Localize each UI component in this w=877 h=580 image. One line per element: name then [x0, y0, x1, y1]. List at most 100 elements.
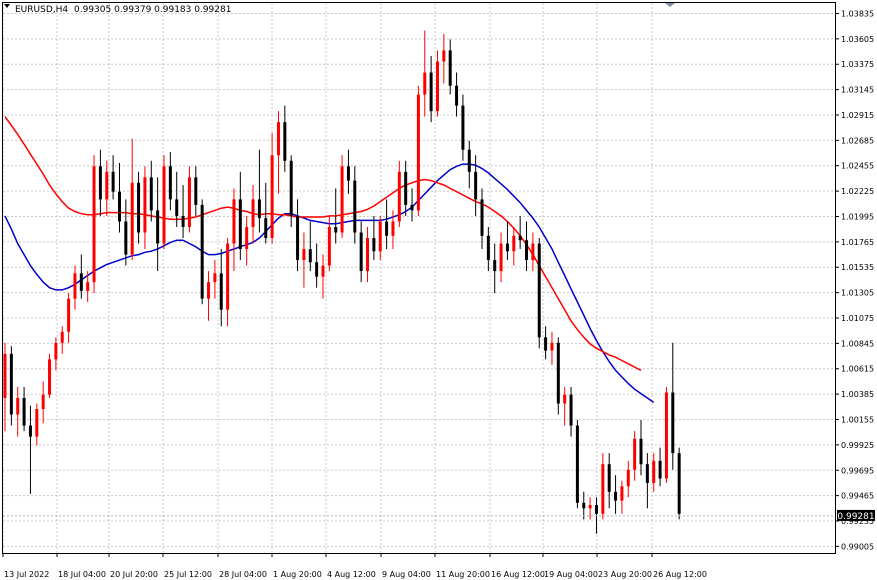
candle-body: [372, 238, 376, 252]
candle-body: [416, 94, 420, 211]
candle-body: [391, 221, 395, 236]
current-price-tag: 0.99281: [837, 509, 875, 522]
candle-body: [283, 122, 287, 161]
candle-body: [366, 238, 370, 272]
candle-body: [614, 491, 618, 501]
candle-body: [137, 182, 141, 233]
candle-body: [633, 438, 637, 470]
candle-body: [226, 243, 230, 310]
x-tick-label: 20 Jul 20:00: [110, 570, 158, 579]
candle-body: [143, 177, 147, 233]
candle-body: [321, 265, 325, 277]
candle-body: [486, 235, 490, 261]
candle-body: [340, 166, 344, 233]
candle-body: [156, 210, 160, 244]
y-tick-label: 1.02685: [841, 136, 874, 145]
y-tick-label: 0.99005: [841, 542, 874, 551]
candle-body: [289, 160, 293, 216]
y-tick-label: 1.00385: [841, 390, 874, 399]
candle-body: [181, 215, 185, 227]
y-tick-label: 1.01765: [841, 238, 874, 247]
y-tick-label: 0.99695: [841, 466, 874, 475]
candle-body: [429, 72, 433, 112]
candle-body: [499, 243, 503, 272]
candle-body: [334, 226, 338, 233]
x-tick-label: 13 Jul 2022: [4, 570, 49, 579]
candle-body: [308, 249, 312, 263]
candle-body: [385, 221, 389, 236]
candle-body: [588, 505, 592, 509]
candle-body: [404, 171, 408, 205]
candle-body: [73, 273, 77, 299]
candle-body: [200, 204, 204, 299]
candle-body: [582, 502, 586, 509]
candle-body: [130, 182, 134, 255]
chart-ohlc-label: 0.99305 0.99379 0.99183 0.99281: [74, 5, 231, 15]
candle-body: [315, 262, 319, 277]
candle-body: [168, 166, 172, 200]
y-tick-label: 1.01305: [841, 289, 874, 298]
candle-body: [677, 453, 681, 514]
candle-body: [556, 342, 560, 404]
x-tick-label: 9 Aug 04:00: [382, 570, 431, 579]
y-tick-label: 1.02225: [841, 187, 874, 196]
y-tick-label: 1.02455: [841, 162, 874, 171]
candle-body: [435, 61, 439, 112]
candle-body: [658, 460, 662, 479]
candle-body: [639, 438, 643, 465]
candle-body: [296, 215, 300, 261]
candle-body: [60, 331, 64, 343]
candle-body: [28, 425, 32, 437]
candle-body: [175, 199, 179, 216]
candle-body: [41, 394, 45, 410]
candle-body: [378, 221, 382, 252]
y-tick-label: 1.00845: [841, 339, 874, 348]
candle-body: [232, 199, 236, 244]
y-tick-label: 0.99925: [841, 441, 874, 450]
candle-body: [346, 166, 350, 181]
candle-body: [16, 397, 20, 415]
candle-body: [537, 243, 541, 338]
candle-body: [3, 353, 7, 398]
x-tick-label: 11 Aug 20:00: [436, 570, 490, 579]
candle-body: [92, 166, 96, 283]
x-tick-label: 1 Aug 20:00: [273, 570, 322, 579]
candle-body: [512, 235, 516, 252]
candle-body: [550, 342, 554, 351]
x-tick-label: 28 Jul 04:00: [219, 570, 267, 579]
candle-body: [67, 298, 71, 332]
candle-body: [575, 425, 579, 503]
y-tick-label: 0.99465: [841, 492, 874, 501]
candle-body: [111, 171, 115, 192]
candle-body: [397, 171, 401, 222]
candle-body: [505, 243, 509, 252]
candle-body: [162, 166, 166, 244]
candle-body: [594, 505, 598, 514]
candle-body: [270, 155, 274, 239]
candle-body: [544, 337, 548, 351]
candle-body: [238, 199, 242, 250]
candle-body: [474, 171, 478, 200]
chart-symbol-label: EURUSD,H4: [15, 5, 68, 15]
x-tick-label: 16 Aug 12:00: [491, 570, 545, 579]
candle-body: [54, 342, 58, 360]
candle-body: [353, 180, 357, 233]
price-chart[interactable]: 1.03835 1.03605 1.03375 1.03145 1.02915 1.026…: [0, 0, 877, 580]
candle-body: [149, 177, 153, 211]
candle-body: [194, 177, 198, 205]
candle-body: [626, 469, 630, 487]
candle-body: [601, 464, 605, 514]
candle-body: [645, 464, 649, 483]
candle-body: [410, 204, 414, 211]
candle-body: [652, 460, 656, 483]
candle-body: [48, 359, 52, 395]
y-tick-label: 1.01535: [841, 263, 874, 272]
candle-body: [117, 191, 121, 222]
x-tick-label: 23 Aug 20:00: [598, 570, 652, 579]
candle-body: [563, 394, 567, 404]
current-price-label: 0.99281: [837, 512, 874, 522]
candle-body: [569, 394, 573, 426]
candle-body: [467, 149, 471, 172]
candle-body: [518, 235, 522, 241]
candle-body: [448, 50, 452, 86]
